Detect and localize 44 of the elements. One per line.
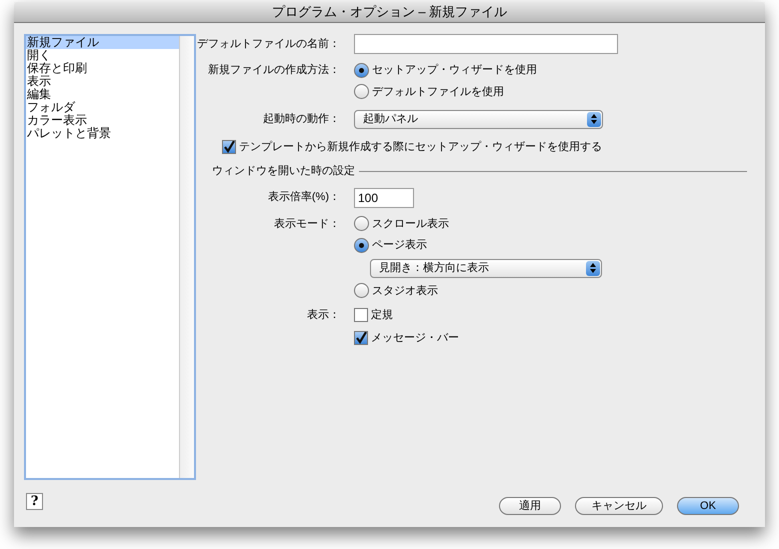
field-label: デフォルトファイルの名前：	[197, 38, 340, 50]
checkbox[interactable]	[354, 308, 368, 322]
window-title: プログラム・オプション – 新規ファイル	[272, 3, 508, 22]
field-label: 起動時の動作：	[263, 112, 340, 125]
dialog-button[interactable]: キャンセル	[575, 497, 663, 515]
popup-menu[interactable]: 見開き：横方向に表示	[370, 258, 602, 278]
sidebar-item[interactable]: 新規ファイル	[26, 36, 179, 49]
field-label: 表示：	[307, 309, 340, 321]
help-button[interactable]: ?	[26, 493, 43, 510]
radio-button[interactable]	[354, 84, 369, 100]
field-label: 新規ファイルの作成方法：	[208, 64, 340, 76]
updown-arrows-icon	[586, 260, 600, 276]
radio-button[interactable]	[354, 238, 369, 253]
dialog-button[interactable]: 適用	[499, 497, 561, 515]
radio-button[interactable]	[354, 62, 369, 78]
field-label: 表示倍率(%)：	[268, 191, 340, 204]
radio-button[interactable]	[354, 283, 369, 298]
sidebar-item[interactable]: 編集	[26, 88, 179, 101]
sidebar-item[interactable]: 開く	[26, 49, 179, 62]
scrollbar-track[interactable]	[179, 36, 194, 478]
radio-label: スタジオ表示	[372, 284, 438, 298]
text-field[interactable]	[354, 34, 618, 54]
dialog-button[interactable]: OK	[677, 497, 739, 515]
checkbox[interactable]	[222, 140, 236, 154]
radio-label: セットアップ・ウィザードを使用	[372, 62, 537, 78]
sidebar-item[interactable]: パレットと背景	[26, 127, 179, 140]
checkbox-label: テンプレートから新規作成する際にセットアップ・ウィザードを使用する	[239, 140, 602, 155]
radio-label: スクロール表示	[372, 216, 449, 232]
sidebar-item[interactable]: 表示	[26, 75, 179, 88]
checkbox-label: 定規	[371, 308, 393, 323]
updown-arrows-icon	[587, 112, 601, 126]
radio-label: デフォルトファイルを使用	[372, 84, 504, 100]
sidebar-item[interactable]: カラー表示	[26, 114, 179, 127]
sidebar-item[interactable]: フォルダ	[26, 101, 179, 114]
field-label: 表示モード：	[274, 218, 340, 230]
category-list[interactable]: 新規ファイル 開く 保存と印刷 表示 編集 フォルダ カラー表示 パレットと背景	[24, 34, 196, 480]
sidebar-item[interactable]: 保存と印刷	[26, 62, 179, 75]
checkbox-label: メッセージ・バー	[371, 330, 459, 346]
popup-menu[interactable]: 起動パネル	[354, 110, 603, 128]
zoom-field[interactable]: 100	[354, 188, 414, 208]
radio-label: ページ表示	[372, 238, 427, 253]
section-heading: ウィンドウを開いた時の設定	[212, 164, 355, 179]
checkbox[interactable]	[354, 330, 368, 345]
radio-button[interactable]	[354, 216, 369, 232]
